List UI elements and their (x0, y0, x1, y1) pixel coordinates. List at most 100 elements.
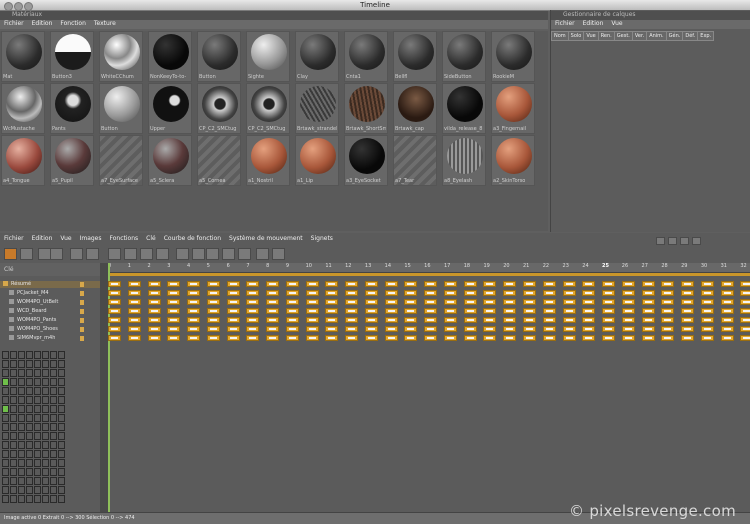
key-matrix-cell[interactable] (18, 369, 25, 377)
track-key-bar[interactable] (108, 299, 750, 306)
key-matrix-cell[interactable] (34, 441, 41, 449)
keyframe[interactable] (443, 317, 457, 323)
key-matrix-cell[interactable] (34, 396, 41, 404)
key-matrix-cell[interactable] (10, 423, 17, 431)
track-key-bar[interactable] (108, 317, 750, 324)
material-swatch[interactable]: Brtawk_ShortSm (344, 83, 388, 134)
keyframe[interactable] (582, 317, 596, 323)
key-matrix-cell[interactable] (18, 495, 25, 503)
keyframe[interactable] (463, 335, 477, 341)
key-matrix-cell[interactable] (42, 387, 49, 395)
keyframe[interactable] (700, 335, 714, 341)
keyframe[interactable] (364, 317, 378, 323)
keyframe[interactable] (108, 308, 121, 314)
key-matrix-cell[interactable] (26, 387, 33, 395)
material-swatch[interactable]: a2_SkinTorso (491, 135, 535, 186)
keyframe[interactable] (740, 290, 750, 296)
key-matrix-cell[interactable] (10, 396, 17, 404)
key-matrix-cell[interactable] (2, 486, 9, 494)
keyframe[interactable] (720, 326, 734, 332)
keyframe[interactable] (127, 317, 141, 323)
key-matrix-cell[interactable] (58, 396, 65, 404)
keyframe[interactable] (404, 326, 418, 332)
key-matrix-cell[interactable] (2, 432, 9, 440)
key-matrix-cell[interactable] (2, 351, 9, 359)
keyframe[interactable] (364, 299, 378, 305)
keyframe[interactable] (582, 290, 596, 296)
keyframe[interactable] (167, 317, 181, 323)
material-swatch[interactable]: Cnta1 (344, 31, 388, 82)
view-icon[interactable] (656, 237, 665, 245)
key-matrix-cell[interactable] (26, 396, 33, 404)
key-matrix-cell[interactable] (10, 405, 17, 413)
keyframe[interactable] (503, 335, 517, 341)
key-matrix-cell[interactable] (58, 486, 65, 494)
auto-key-icon[interactable] (20, 248, 33, 260)
keyframe[interactable] (364, 326, 378, 332)
track-key-bar[interactable] (108, 290, 750, 297)
key-matrix-cell[interactable] (10, 495, 17, 503)
track-lock-icon[interactable] (80, 327, 84, 332)
range-bar[interactable] (108, 273, 750, 276)
key-matrix-cell[interactable] (10, 432, 17, 440)
keyframe[interactable] (562, 299, 576, 305)
material-swatch[interactable]: Button (197, 31, 241, 82)
key-matrix-cell[interactable] (34, 459, 41, 467)
keyframe[interactable] (226, 281, 240, 287)
keyframe[interactable] (443, 281, 457, 287)
key-matrix-cell[interactable] (26, 459, 33, 467)
keyframe[interactable] (700, 290, 714, 296)
keyframe[interactable] (522, 299, 536, 305)
keyframe[interactable] (463, 290, 477, 296)
keyframe[interactable] (147, 308, 161, 314)
track-lock-icon[interactable] (80, 309, 84, 314)
keyframe[interactable] (641, 299, 655, 305)
keyframe[interactable] (700, 281, 714, 287)
keyframe[interactable] (285, 308, 299, 314)
keyframe[interactable] (345, 281, 359, 287)
keyframe[interactable] (641, 335, 655, 341)
key-matrix-cell[interactable] (26, 351, 33, 359)
keyframe[interactable] (621, 326, 635, 332)
keyframe[interactable] (602, 299, 616, 305)
key-matrix-cell[interactable] (34, 414, 41, 422)
keyframe[interactable] (424, 299, 438, 305)
lock-icon[interactable] (238, 248, 251, 260)
keyframe[interactable] (424, 290, 438, 296)
keyframe[interactable] (266, 335, 280, 341)
keyframe[interactable] (187, 317, 201, 323)
material-swatch[interactable]: a3_EyeSocket (344, 135, 388, 186)
material-swatch[interactable]: a4_Tongue (1, 135, 45, 186)
material-swatch[interactable]: RookieM (491, 31, 535, 82)
keyframe[interactable] (582, 299, 596, 305)
keyframe[interactable] (108, 281, 121, 287)
key-matrix-cell[interactable] (2, 396, 9, 404)
keyframe[interactable] (285, 290, 299, 296)
key-matrix-cell[interactable] (34, 450, 41, 458)
material-swatch[interactable]: a3_Fingernail (491, 83, 535, 134)
keyframe[interactable] (384, 335, 398, 341)
track-header[interactable]: SIM6Mvpr_m4h (0, 335, 100, 342)
keyframe[interactable] (542, 290, 556, 296)
scale-keys-icon[interactable] (156, 248, 169, 260)
keyframe[interactable] (582, 308, 596, 314)
keyframe[interactable] (463, 308, 477, 314)
keyframe[interactable] (305, 308, 319, 314)
key-matrix-cell[interactable] (2, 459, 9, 467)
track-header[interactable]: WOM4PO_UtBelt (0, 299, 100, 306)
keyframe[interactable] (720, 308, 734, 314)
materials-menu-item[interactable]: Fichier (0, 20, 28, 28)
keyframe[interactable] (305, 335, 319, 341)
track-header[interactable]: PCJacket_M4 (0, 290, 100, 297)
key-matrix-cell[interactable] (34, 378, 41, 386)
key-matrix-cell[interactable] (26, 423, 33, 431)
keyframe[interactable] (483, 308, 497, 314)
keyframe[interactable] (246, 290, 260, 296)
keyframe[interactable] (325, 326, 339, 332)
keyframe[interactable] (305, 299, 319, 305)
key-matrix-cell[interactable] (50, 351, 57, 359)
keyframe[interactable] (305, 281, 319, 287)
keyframe[interactable] (681, 335, 695, 341)
keyframe[interactable] (424, 326, 438, 332)
keyframe[interactable] (325, 299, 339, 305)
